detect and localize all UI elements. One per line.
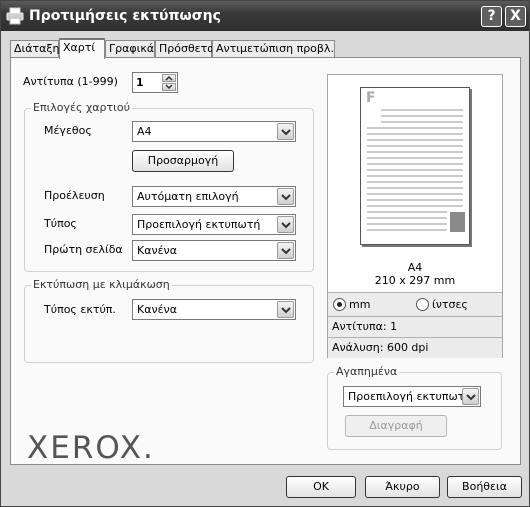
tab-label: Πρόσθετα bbox=[159, 42, 215, 55]
copies-up-button[interactable] bbox=[162, 74, 176, 82]
tab-label: Αντιμετώπιση προβλ. bbox=[216, 42, 334, 55]
page-lines-graphic bbox=[367, 109, 465, 232]
unit-mm-radio[interactable] bbox=[333, 298, 346, 311]
favorites-value: Προεπιλογή εκτυπωτή bbox=[348, 390, 472, 403]
chevron-up-icon bbox=[165, 75, 173, 81]
favorites-title: Αγαπημένα bbox=[334, 365, 400, 378]
paper-size-value: A4 bbox=[137, 125, 152, 138]
tab-label: Χαρτί bbox=[63, 41, 96, 54]
unit-inches-radio[interactable] bbox=[416, 298, 429, 311]
printing-preferences-window: Προτιμήσεις εκτύπωσης ? X Διάταξη Χαρτί … bbox=[0, 0, 530, 507]
dropdown-arrow bbox=[277, 216, 294, 233]
tab-paper[interactable]: Χαρτί bbox=[59, 38, 105, 59]
chevron-down-icon bbox=[281, 307, 291, 314]
ok-label: OK bbox=[313, 480, 329, 493]
page-letter: F bbox=[366, 90, 376, 106]
delete-favorite-label: Διαγραφή bbox=[369, 419, 423, 432]
favorites-group: Αγαπημένα Προεπιλογή εκτυπωτή Διαγραφή bbox=[327, 365, 502, 450]
tab-troubleshooting[interactable]: Αντιμετώπιση προβλ. bbox=[212, 40, 335, 58]
dropdown-arrow bbox=[277, 242, 294, 259]
paper-tab-panel: Αντίτυπα (1-999) 1 Επιλογές χαρτιού Μέγε… bbox=[10, 57, 521, 466]
scaling-group: Εκτύπωση με κλιμάκωση Τύπος εκτύπ. Κανέν… bbox=[24, 278, 314, 363]
paper-source-select[interactable]: Αυτόματη επιλογή bbox=[132, 186, 296, 207]
first-page-value: Κανένα bbox=[137, 244, 177, 257]
paper-options-title: Επιλογές χαρτιού bbox=[31, 101, 132, 114]
scaling-type-select[interactable]: Κανένα bbox=[132, 299, 296, 320]
custom-size-button[interactable]: Προσαρμογή bbox=[132, 150, 234, 172]
scaling-type-value: Κανένα bbox=[137, 303, 177, 316]
paper-dimensions: 210 x 297 mm bbox=[374, 274, 456, 287]
copies-stepper[interactable]: 1 bbox=[132, 72, 178, 93]
close-icon: X bbox=[510, 8, 521, 24]
copies-label: Αντίτυπα (1-999) bbox=[23, 75, 118, 88]
size-label: Μέγεθος bbox=[44, 124, 92, 137]
tab-layout[interactable]: Διάταξη bbox=[10, 40, 59, 58]
type-label: Τύπος bbox=[44, 217, 77, 230]
tab-label: Διάταξη bbox=[14, 42, 60, 55]
unit-selector-row: mm ίντσες bbox=[328, 292, 502, 316]
resolution-info: Ανάλυση: 600 dpi bbox=[328, 337, 502, 358]
chevron-down-icon bbox=[281, 222, 291, 229]
tab-extras[interactable]: Πρόσθετα bbox=[155, 40, 215, 58]
help-button[interactable]: Βοήθεια bbox=[447, 476, 522, 498]
tab-graphics[interactable]: Γραφικά bbox=[105, 40, 155, 58]
chevron-down-icon bbox=[165, 84, 173, 90]
first-page-select[interactable]: Κανένα bbox=[132, 240, 296, 261]
copies-info: Αντίτυπα: 1 bbox=[328, 316, 502, 337]
first-page-label: Πρώτη σελίδα bbox=[44, 243, 123, 256]
title-bar: Προτιμήσεις εκτύπωσης ? X bbox=[1, 1, 529, 31]
paper-type-select[interactable]: Προεπιλογή εκτυπωτή bbox=[132, 214, 296, 235]
delete-favorite-button[interactable]: Διαγραφή bbox=[345, 415, 447, 437]
copies-down-button[interactable] bbox=[162, 83, 176, 91]
help-title-button[interactable]: ? bbox=[481, 6, 502, 27]
unit-inches-label: ίντσες bbox=[432, 298, 468, 311]
window-title: Προτιμήσεις εκτύπωσης bbox=[29, 8, 221, 24]
favorites-select[interactable]: Προεπιλογή εκτυπωτή bbox=[343, 386, 481, 407]
paper-size-select[interactable]: A4 bbox=[132, 121, 296, 142]
chevron-down-icon bbox=[281, 248, 291, 255]
unit-mm-label: mm bbox=[349, 298, 371, 311]
paper-options-group: Επιλογές χαρτιού Μέγεθος A4 Προσαρμογή Π… bbox=[24, 101, 314, 272]
scaling-title: Εκτύπωση με κλιμάκωση bbox=[31, 278, 172, 291]
help-icon: ? bbox=[487, 8, 496, 24]
print-type-label: Τύπος εκτύπ. bbox=[44, 303, 116, 316]
page-preview-image: F bbox=[360, 87, 470, 245]
close-window-button[interactable]: X bbox=[505, 6, 526, 27]
chevron-down-icon bbox=[281, 129, 291, 136]
cancel-button[interactable]: Άκυρο bbox=[365, 476, 440, 498]
custom-size-label: Προσαρμογή bbox=[147, 154, 219, 167]
dropdown-arrow bbox=[277, 188, 294, 205]
printer-icon bbox=[6, 7, 24, 25]
help-label: Βοήθεια bbox=[462, 480, 507, 493]
paper-name: A4 bbox=[407, 261, 423, 274]
page-preview-box: F A4 210 x 297 mm mm ίντσες Αντίτυπα: 1 … bbox=[327, 74, 503, 358]
cancel-label: Άκυρο bbox=[385, 480, 420, 493]
paper-type-value: Προεπιλογή εκτυπωτή bbox=[137, 218, 261, 231]
tab-label: Γραφικά bbox=[109, 42, 155, 55]
paper-source-value: Αυτόματη επιλογή bbox=[137, 190, 239, 203]
source-label: Προέλευση bbox=[44, 189, 105, 202]
dropdown-arrow bbox=[277, 123, 294, 140]
chevron-down-icon bbox=[281, 194, 291, 201]
ok-button[interactable]: OK bbox=[286, 476, 356, 498]
dropdown-arrow bbox=[462, 388, 479, 405]
copies-value: 1 bbox=[136, 76, 144, 89]
chevron-down-icon bbox=[466, 394, 476, 401]
dropdown-arrow bbox=[277, 301, 294, 318]
xerox-logo: XEROX. bbox=[27, 430, 155, 466]
